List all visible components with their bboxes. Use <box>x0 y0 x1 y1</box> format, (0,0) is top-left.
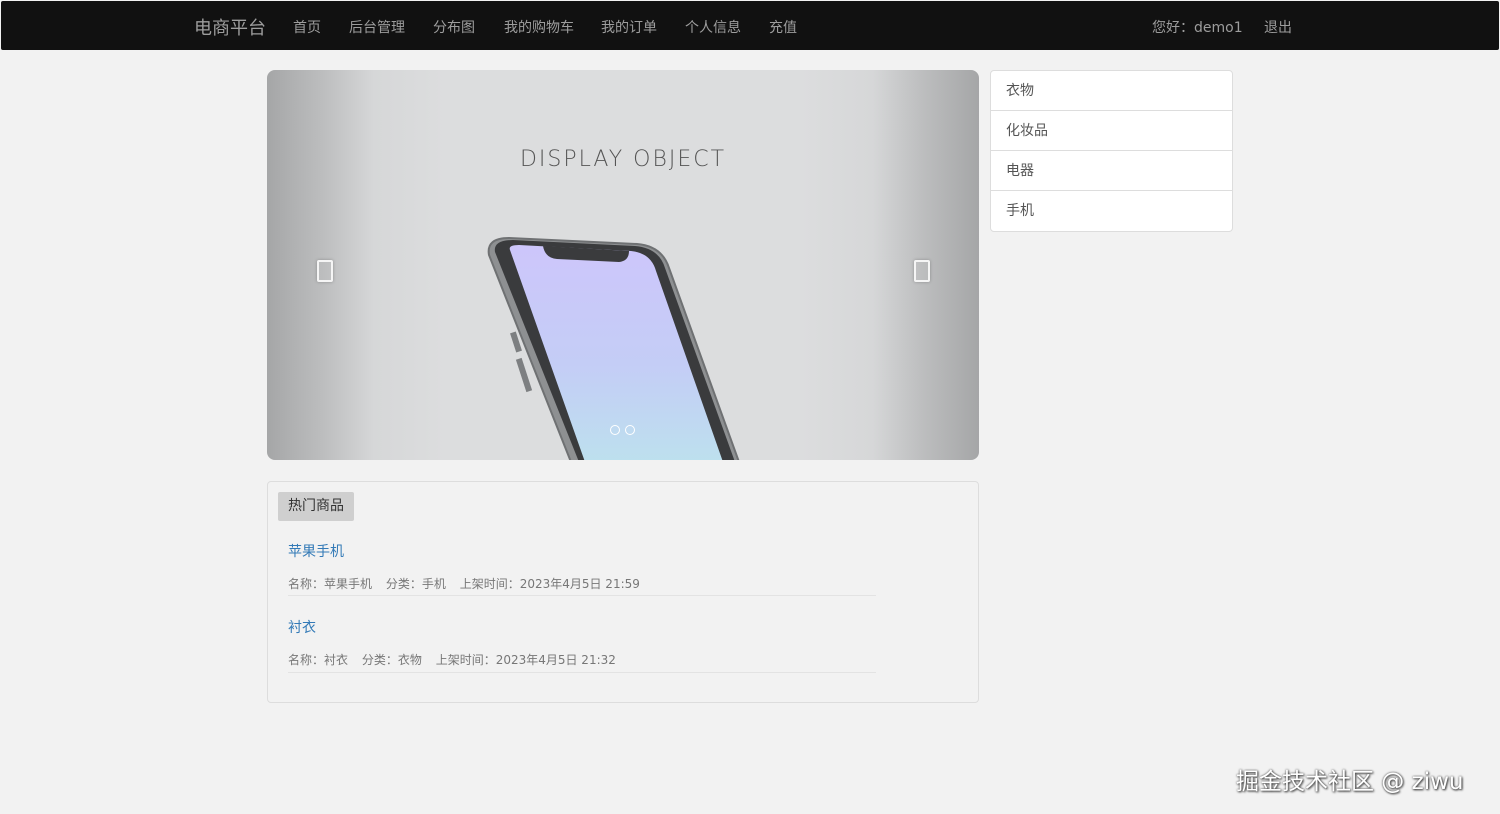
banner-carousel[interactable]: DISPLAY OBJECT <box>267 70 979 460</box>
hot-products-heading: 热门商品 <box>278 492 354 521</box>
product-listed-time: 上架时间：2023年4月5日 21:59 <box>459 577 640 591</box>
nav-home[interactable]: 首页 <box>293 17 321 37</box>
product-title-link[interactable]: 苹果手机 <box>288 541 876 561</box>
carousel-indicator-1[interactable] <box>610 425 620 435</box>
slide-caption: DISPLAY OBJECT <box>519 147 727 172</box>
logout-link[interactable]: 退出 <box>1264 17 1292 37</box>
nav-orders[interactable]: 我的订单 <box>601 17 657 37</box>
product-item: 衬衣 名称：衬衣 分类：衣物 上架时间：2023年4月5日 21:32 <box>288 617 876 673</box>
category-cosmetics[interactable]: 化妆品 <box>991 111 1232 151</box>
product-meta: 名称：苹果手机 分类：手机 上架时间：2023年4月5日 21:59 <box>288 575 876 592</box>
product-category-field: 分类：手机 <box>385 577 446 591</box>
watermark: 掘金技术社区 @ ziwu <box>1236 769 1464 795</box>
product-category-field: 分类：衣物 <box>361 653 422 667</box>
hot-products-panel: 热门商品 苹果手机 名称：苹果手机 分类：手机 上架时间：2023年4月5日 2… <box>267 481 979 703</box>
product-name-field: 名称：苹果手机 <box>288 577 373 591</box>
nav-distribution-map[interactable]: 分布图 <box>433 17 475 37</box>
top-navbar: 电商平台 首页 后台管理 分布图 我的购物车 我的订单 个人信息 充值 您好：d… <box>1 1 1499 50</box>
product-listed-time: 上架时间：2023年4月5日 21:32 <box>435 653 616 667</box>
nav-admin[interactable]: 后台管理 <box>349 17 405 37</box>
product-name-field: 名称：衬衣 <box>288 653 349 667</box>
nav-profile[interactable]: 个人信息 <box>685 17 741 37</box>
nav-cart[interactable]: 我的购物车 <box>504 17 574 37</box>
product-item: 苹果手机 名称：苹果手机 分类：手机 上架时间：2023年4月5日 21:59 <box>288 541 876 596</box>
category-phones[interactable]: 手机 <box>991 191 1232 231</box>
nav-recharge[interactable]: 充值 <box>769 17 797 37</box>
carousel-indicator-2[interactable] <box>625 425 635 435</box>
brand-logo[interactable]: 电商平台 <box>194 14 266 40</box>
category-clothing[interactable]: 衣物 <box>991 71 1232 111</box>
carousel-prev-button[interactable] <box>317 260 333 282</box>
category-list: 衣物 化妆品 电器 手机 <box>990 70 1233 232</box>
category-electronics[interactable]: 电器 <box>991 151 1232 191</box>
product-meta: 名称：衬衣 分类：衣物 上架时间：2023年4月5日 21:32 <box>288 651 876 668</box>
carousel-next-button[interactable] <box>914 260 930 282</box>
product-title-link[interactable]: 衬衣 <box>288 617 876 637</box>
user-greeting[interactable]: 您好：demo1 <box>1152 17 1243 37</box>
phone-image <box>487 236 740 460</box>
